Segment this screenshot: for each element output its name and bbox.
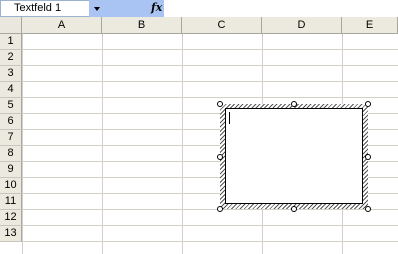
row-header-2[interactable]: 2 — [0, 50, 22, 66]
column-header-d[interactable]: D — [262, 17, 342, 34]
row-header-13[interactable]: 13 — [0, 226, 22, 242]
resize-handle-left[interactable] — [217, 154, 223, 160]
column-header-b[interactable]: B — [102, 17, 182, 34]
resize-handle-top[interactable] — [291, 101, 297, 107]
row-header-12[interactable]: 12 — [0, 210, 22, 226]
text-cursor — [229, 112, 230, 124]
row-header-4[interactable]: 4 — [0, 82, 22, 98]
row-header-7[interactable]: 7 — [0, 130, 22, 146]
row-header-1[interactable]: 1 — [0, 34, 22, 50]
row-header-8[interactable]: 8 — [0, 146, 22, 162]
row-header-5[interactable]: 5 — [0, 98, 22, 114]
resize-handle-top-right[interactable] — [365, 101, 371, 107]
name-box[interactable]: Textfeld 1 — [0, 0, 91, 17]
row-header-11[interactable]: 11 — [0, 194, 22, 210]
resize-handle-top-left[interactable] — [217, 101, 223, 107]
name-box-value: Textfeld 1 — [14, 2, 62, 14]
column-header-e[interactable]: E — [342, 17, 398, 34]
row-header-6[interactable]: 6 — [0, 114, 22, 130]
formula-bar: Textfeld 1 fx — [0, 0, 398, 17]
column-header-c[interactable]: C — [182, 17, 262, 34]
formula-input[interactable] — [164, 0, 398, 17]
row-header-10[interactable]: 10 — [0, 178, 22, 194]
row-header-3[interactable]: 3 — [0, 66, 22, 82]
name-box-dropdown-button[interactable] — [89, 0, 106, 17]
textbox[interactable] — [225, 108, 363, 204]
select-all-button[interactable] — [0, 17, 22, 34]
resize-handle-bottom-right[interactable] — [365, 206, 371, 212]
row-header-9[interactable]: 9 — [0, 162, 22, 178]
column-header-a[interactable]: A — [22, 17, 102, 34]
resize-handle-bottom[interactable] — [291, 206, 297, 212]
formula-bar-separator — [106, 0, 134, 17]
chevron-down-icon — [94, 7, 100, 11]
insert-function-button[interactable]: fx — [134, 0, 164, 17]
resize-handle-right[interactable] — [365, 154, 371, 160]
resize-handle-bottom-left[interactable] — [217, 206, 223, 212]
fx-icon: fx — [151, 1, 163, 14]
